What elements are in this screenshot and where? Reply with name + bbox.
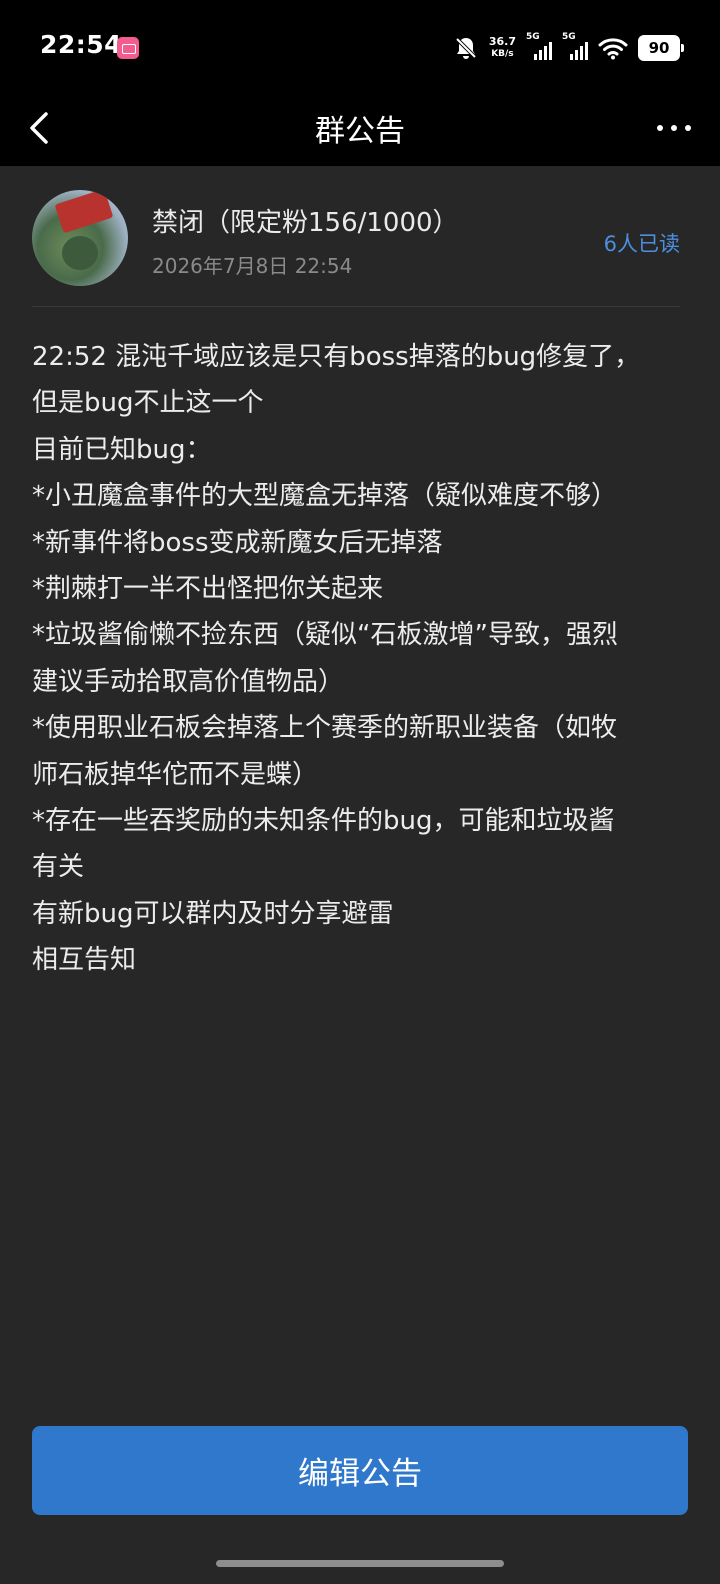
notice-line: *荆棘打一半不出怪把你关起来 (32, 574, 384, 605)
divider (32, 306, 680, 307)
notice-body: 22:52 混沌千域应该是只有boss掉落的bug修复了， 但是bug不止这一个… (32, 334, 688, 984)
notice-line: 师石板掉华佗而不是蝶） (32, 759, 319, 790)
signal-5g-2-icon: 5G (562, 32, 588, 60)
signal-5g-1-icon: 5G (526, 32, 552, 60)
more-dots-icon (657, 125, 691, 131)
signal-label: 5G (562, 32, 576, 42)
wifi-icon (598, 38, 628, 60)
more-options-button[interactable] (654, 108, 694, 148)
network-speed-unit: KB/s (491, 49, 514, 59)
notice-line: *垃圾酱偷懒不捡东西（疑似“石板激增”导致，强烈 (32, 620, 618, 651)
read-count-link[interactable]: 6人已读 (604, 228, 680, 258)
page-title: 群公告 (315, 114, 405, 149)
bilibili-app-icon (117, 37, 139, 59)
avatar[interactable] (32, 190, 128, 286)
post-time: 2026年7月8日 22:54 (152, 254, 353, 278)
nav-bar: 群公告 (0, 90, 720, 166)
notice-line: *小丑魔盒事件的大型魔盒无掉落（疑似难度不够） (32, 481, 618, 512)
status-bar: 22:54 36.7 KB/s 5G 5G 90 (0, 0, 720, 90)
notice-line: *存在一些吞奖励的未知条件的bug，可能和垃圾酱 (32, 806, 615, 837)
battery-icon: 90 (638, 35, 684, 61)
notice-line: 建议手动拾取高价值物品） (32, 666, 345, 697)
notice-line: *新事件将boss变成新魔女后无掉落 (32, 527, 443, 558)
notice-line: 但是bug不止这一个 (32, 388, 264, 419)
home-indicator[interactable] (216, 1560, 504, 1567)
signal-label: 5G (526, 32, 540, 42)
author-name: 禁闭（限定粉156/1000） (152, 208, 459, 238)
notice-line: 相互告知 (32, 945, 137, 976)
edit-notice-button[interactable]: 编辑公告 (32, 1426, 688, 1515)
status-time: 22:54 (40, 30, 123, 59)
notice-line: 22:52 混沌千域应该是只有boss掉落的bug修复了， (32, 342, 641, 372)
network-speed-value: 36.7 (488, 35, 516, 48)
notice-line: 有新bug可以群内及时分享避雷 (32, 898, 394, 929)
notice-content: 禁闭（限定粉156/1000） 2026年7月8日 22:54 6人已读 22:… (0, 166, 720, 1584)
notice-line: 目前已知bug： (32, 434, 212, 465)
notice-line: 有关 (32, 852, 85, 883)
bell-muted-icon (455, 37, 477, 59)
notice-line: *使用职业石板会掉落上个赛季的新职业装备（如牧 (32, 713, 618, 744)
network-speed: 36.7 KB/s (489, 36, 516, 60)
status-icons: 36.7 KB/s 5G 5G 90 (453, 32, 684, 62)
